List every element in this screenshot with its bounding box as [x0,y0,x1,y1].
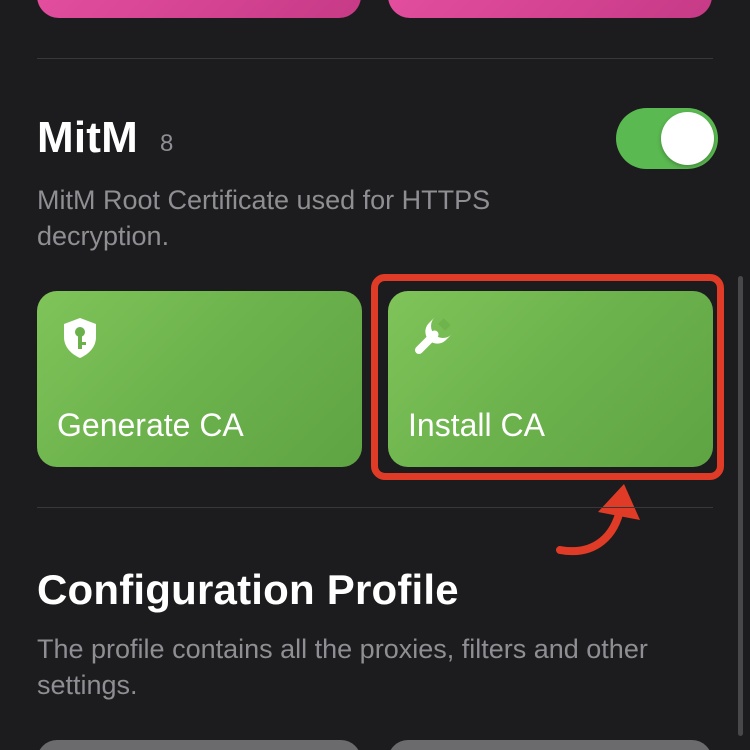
curved-arrow-icon [548,478,648,568]
divider [37,507,713,508]
shield-key-icon [57,315,103,361]
generate-ca-label: Generate CA [57,407,244,443]
profile-section-title: Configuration Profile [37,566,459,613]
divider [37,58,713,59]
generate-ca-button[interactable]: Generate CA [37,291,362,467]
install-ca-button[interactable]: Install CA [388,291,713,467]
wrench-icon [408,315,454,361]
toggle-knob [661,112,714,165]
scrollbar[interactable] [738,276,743,736]
top-left-tile[interactable] [37,0,361,18]
mitm-toggle[interactable] [616,108,718,169]
mitm-section-title: MitM [37,113,138,162]
profile-description: The profile contains all the proxies, fi… [37,634,648,700]
install-ca-label: Install CA [408,407,545,443]
mitm-settings-screen: MitM 8 MitM Root Certificate used for HT… [0,0,750,750]
bottom-right-tile[interactable] [388,740,712,750]
bottom-left-tile[interactable] [37,740,361,750]
mitm-count: 8 [160,130,174,157]
top-right-tile[interactable] [388,0,712,18]
mitm-description: MitM Root Certificate used for HTTPS dec… [37,185,491,251]
